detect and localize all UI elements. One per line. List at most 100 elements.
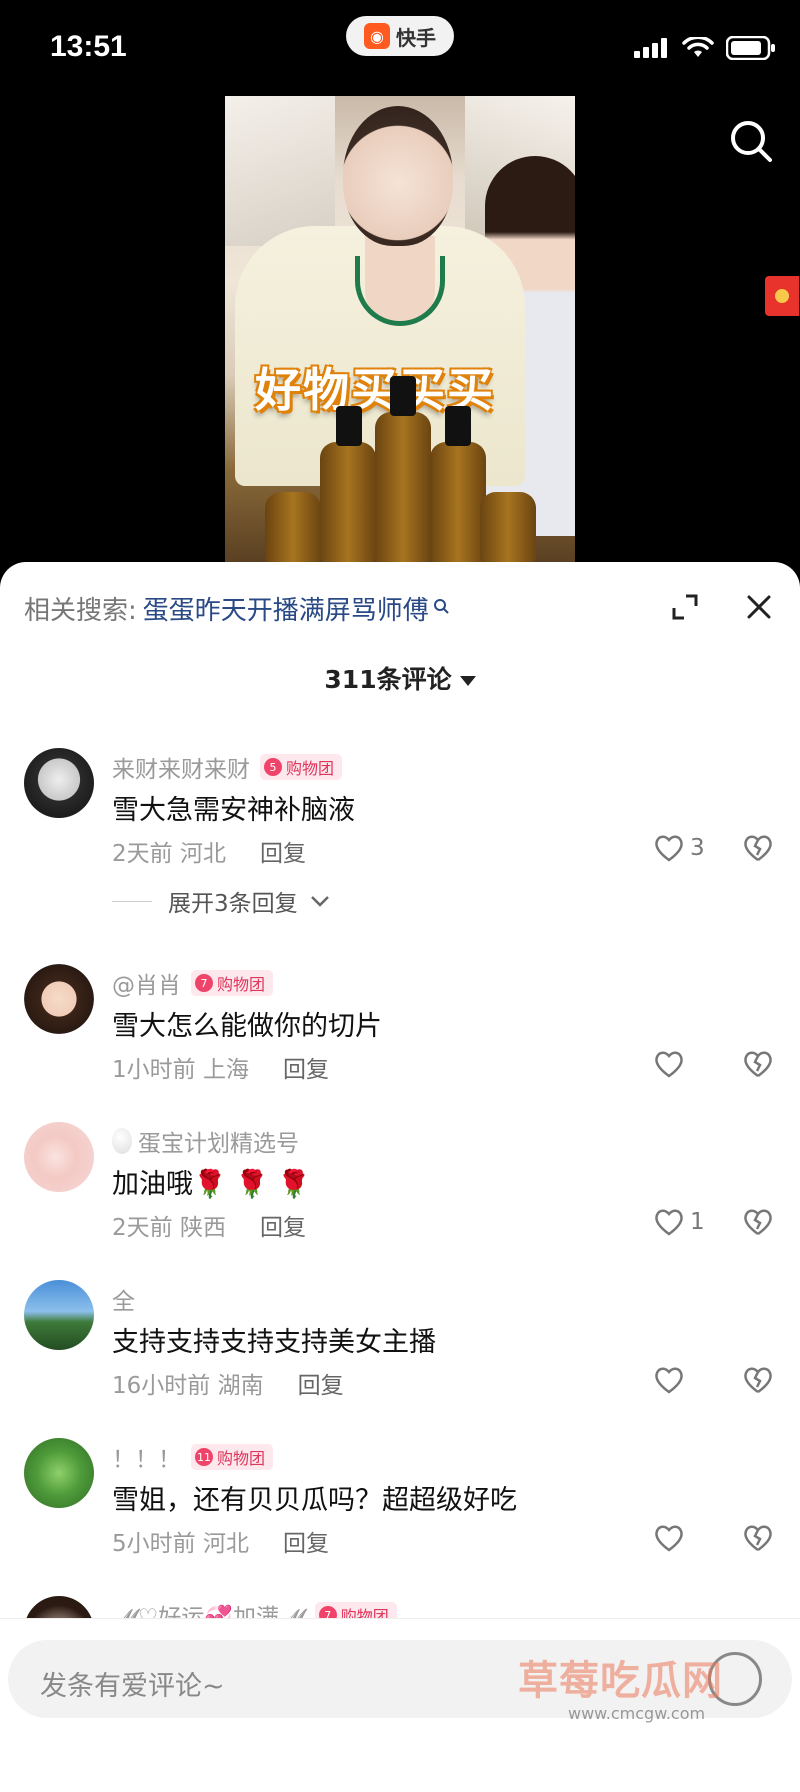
comment-time: 2天前 [112, 1215, 173, 1241]
kuaishou-logo-icon: ◉ [364, 23, 390, 49]
avatar[interactable] [24, 1280, 94, 1350]
badge-label: 购物团 [340, 1607, 389, 1618]
video-area[interactable]: 13:51 ◉ 快手 好物买买买 [0, 0, 800, 580]
shopping-group-badge: 11 购物团 [191, 1444, 274, 1470]
comment-count-selector[interactable]: 311条评论 [0, 660, 800, 696]
related-search-label: 相关搜索: [24, 596, 137, 626]
avatar[interactable] [24, 1596, 94, 1618]
reply-button[interactable]: 回复 [260, 1208, 306, 1242]
comment-item: @肖肖 7 购物团 雪大怎么能做你的切片 1小时前 上海 回复 [0, 964, 800, 1104]
badge-label: 购物团 [217, 1449, 266, 1468]
broken-heart-icon[interactable] [743, 1366, 773, 1394]
badge-level: 7 [195, 974, 213, 992]
reply-button[interactable]: 回复 [298, 1366, 344, 1400]
heart-icon [655, 1051, 683, 1078]
badge-label: 购物团 [286, 759, 335, 778]
comment-text[interactable]: 雪大怎么能做你的切片 [112, 1004, 382, 1043]
watermark: 草莓吃瓜网 www.cmcgw.com [508, 1648, 788, 1748]
related-search[interactable]: 相关搜索: 蛋蛋昨天开播满屏骂师傅 [24, 590, 449, 627]
shopping-group-badge: 7 购物团 [191, 970, 274, 996]
app-indicator[interactable]: ◉ 快手 [346, 16, 454, 56]
cellular-signal-icon [634, 38, 667, 58]
avatar[interactable] [24, 748, 94, 818]
product-bottle [320, 442, 376, 562]
comment-time: 2天前 [112, 841, 173, 867]
comment-item: 全 支持支持支持支持美女主播 16小时前 湖南 回复 [0, 1280, 800, 1420]
red-packet-icon[interactable] [765, 276, 799, 316]
bottle-pump [445, 406, 471, 446]
egg-icon [112, 1128, 132, 1154]
expand-replies-button[interactable]: 展开3条回复 [112, 884, 332, 918]
search-icon [433, 598, 449, 614]
related-search-keyword[interactable]: 蛋蛋昨天开播满屏骂师傅 [143, 590, 429, 627]
comment-username[interactable]: @肖肖 [112, 966, 181, 1000]
comment-location: 河北 [202, 1531, 249, 1557]
avatar[interactable] [24, 1438, 94, 1508]
badge-label: 购物团 [217, 975, 266, 994]
status-time: 13:51 [50, 30, 127, 63]
comment-item: ！！！ 11 购物团 雪姐，还有贝贝瓜吗？超超级好吃 5小时前 河北 回复 [0, 1438, 800, 1578]
product-bottle [265, 492, 321, 562]
comment-location: 湖南 [217, 1373, 264, 1399]
heart-icon [655, 835, 683, 862]
caret-down-icon [459, 676, 476, 686]
comment-text[interactable]: 支持支持支持支持美女主播 [112, 1320, 436, 1359]
expand-icon[interactable] [670, 592, 700, 622]
comment-location: 河北 [179, 841, 226, 867]
badge-level: 11 [195, 1448, 213, 1466]
divider [0, 1618, 800, 1619]
comment-username[interactable]: 𝓜♡好运💞加满𝓜 [112, 1598, 305, 1618]
comment-sheet: 相关搜索: 蛋蛋昨天开播满屏骂师傅 311条评论 来财来财来财 5 购物团 雪大急… [0, 562, 800, 1792]
comment-location: 陕西 [179, 1215, 226, 1241]
host-face [343, 106, 453, 246]
status-bar: 13:51 ◉ 快手 [0, 0, 800, 96]
badge-level: 5 [264, 758, 282, 776]
comment-username[interactable]: 全 [112, 1282, 135, 1316]
badge-level: 7 [318, 1606, 337, 1618]
heart-icon [655, 1367, 683, 1394]
comment-item: 蛋宝计划精选号 加油哦🌹 🌹 🌹 2天前 陕西 回复 1 [0, 1122, 800, 1262]
comment-location: 上海 [202, 1057, 249, 1083]
video-frame[interactable]: 好物买买买 [225, 96, 575, 562]
comment-text[interactable]: 加油哦🌹 🌹 🌹 [112, 1162, 311, 1201]
heart-icon [655, 1525, 683, 1552]
divider [112, 900, 152, 902]
comment-username[interactable]: 来财来财来财 [112, 750, 250, 784]
avatar[interactable] [24, 964, 94, 1034]
like-count: 1 [690, 1209, 705, 1235]
background-poster [225, 96, 335, 246]
comment-text[interactable]: 雪大急需安神补脑液 [112, 788, 355, 827]
heart-icon [655, 1209, 683, 1236]
watermark-title: 草莓吃瓜网 [518, 1658, 723, 1704]
comment-username[interactable]: ！！！ [112, 1440, 181, 1474]
product-bottle [480, 492, 536, 562]
chevron-down-icon [310, 896, 329, 907]
broken-heart-icon[interactable] [743, 1524, 773, 1552]
like-button[interactable] [654, 1366, 690, 1394]
comment-username[interactable]: 蛋宝计划精选号 [138, 1124, 299, 1158]
like-button[interactable] [654, 1524, 690, 1552]
broken-heart-icon[interactable] [743, 1208, 773, 1236]
shopping-group-badge: 5 购物团 [260, 754, 343, 780]
like-button[interactable] [654, 1050, 690, 1078]
system-icons [634, 36, 776, 60]
like-button[interactable]: 3 [654, 834, 705, 862]
app-name: 快手 [396, 25, 436, 50]
broken-heart-icon[interactable] [743, 834, 773, 862]
comment-time: 1小时前 [112, 1057, 196, 1083]
comment-item: 𝓜♡好运💞加满𝓜 7 购物团 [0, 1596, 800, 1618]
bottle-pump [390, 376, 416, 416]
search-icon[interactable] [728, 118, 774, 164]
broken-heart-icon[interactable] [743, 1050, 773, 1078]
shopping-group-badge: 7 购物团 [314, 1602, 397, 1618]
reply-button[interactable]: 回复 [283, 1050, 329, 1084]
close-icon[interactable] [744, 592, 774, 622]
comment-text[interactable]: 雪姐，还有贝贝瓜吗？超超级好吃 [112, 1478, 517, 1517]
like-button[interactable]: 1 [654, 1208, 705, 1236]
battery-icon [726, 36, 775, 60]
reply-button[interactable]: 回复 [283, 1524, 329, 1558]
bottle-pump [336, 406, 362, 446]
reply-button[interactable]: 回复 [260, 834, 306, 868]
comment-count: 311条评论 [324, 665, 452, 694]
avatar[interactable] [24, 1122, 94, 1192]
